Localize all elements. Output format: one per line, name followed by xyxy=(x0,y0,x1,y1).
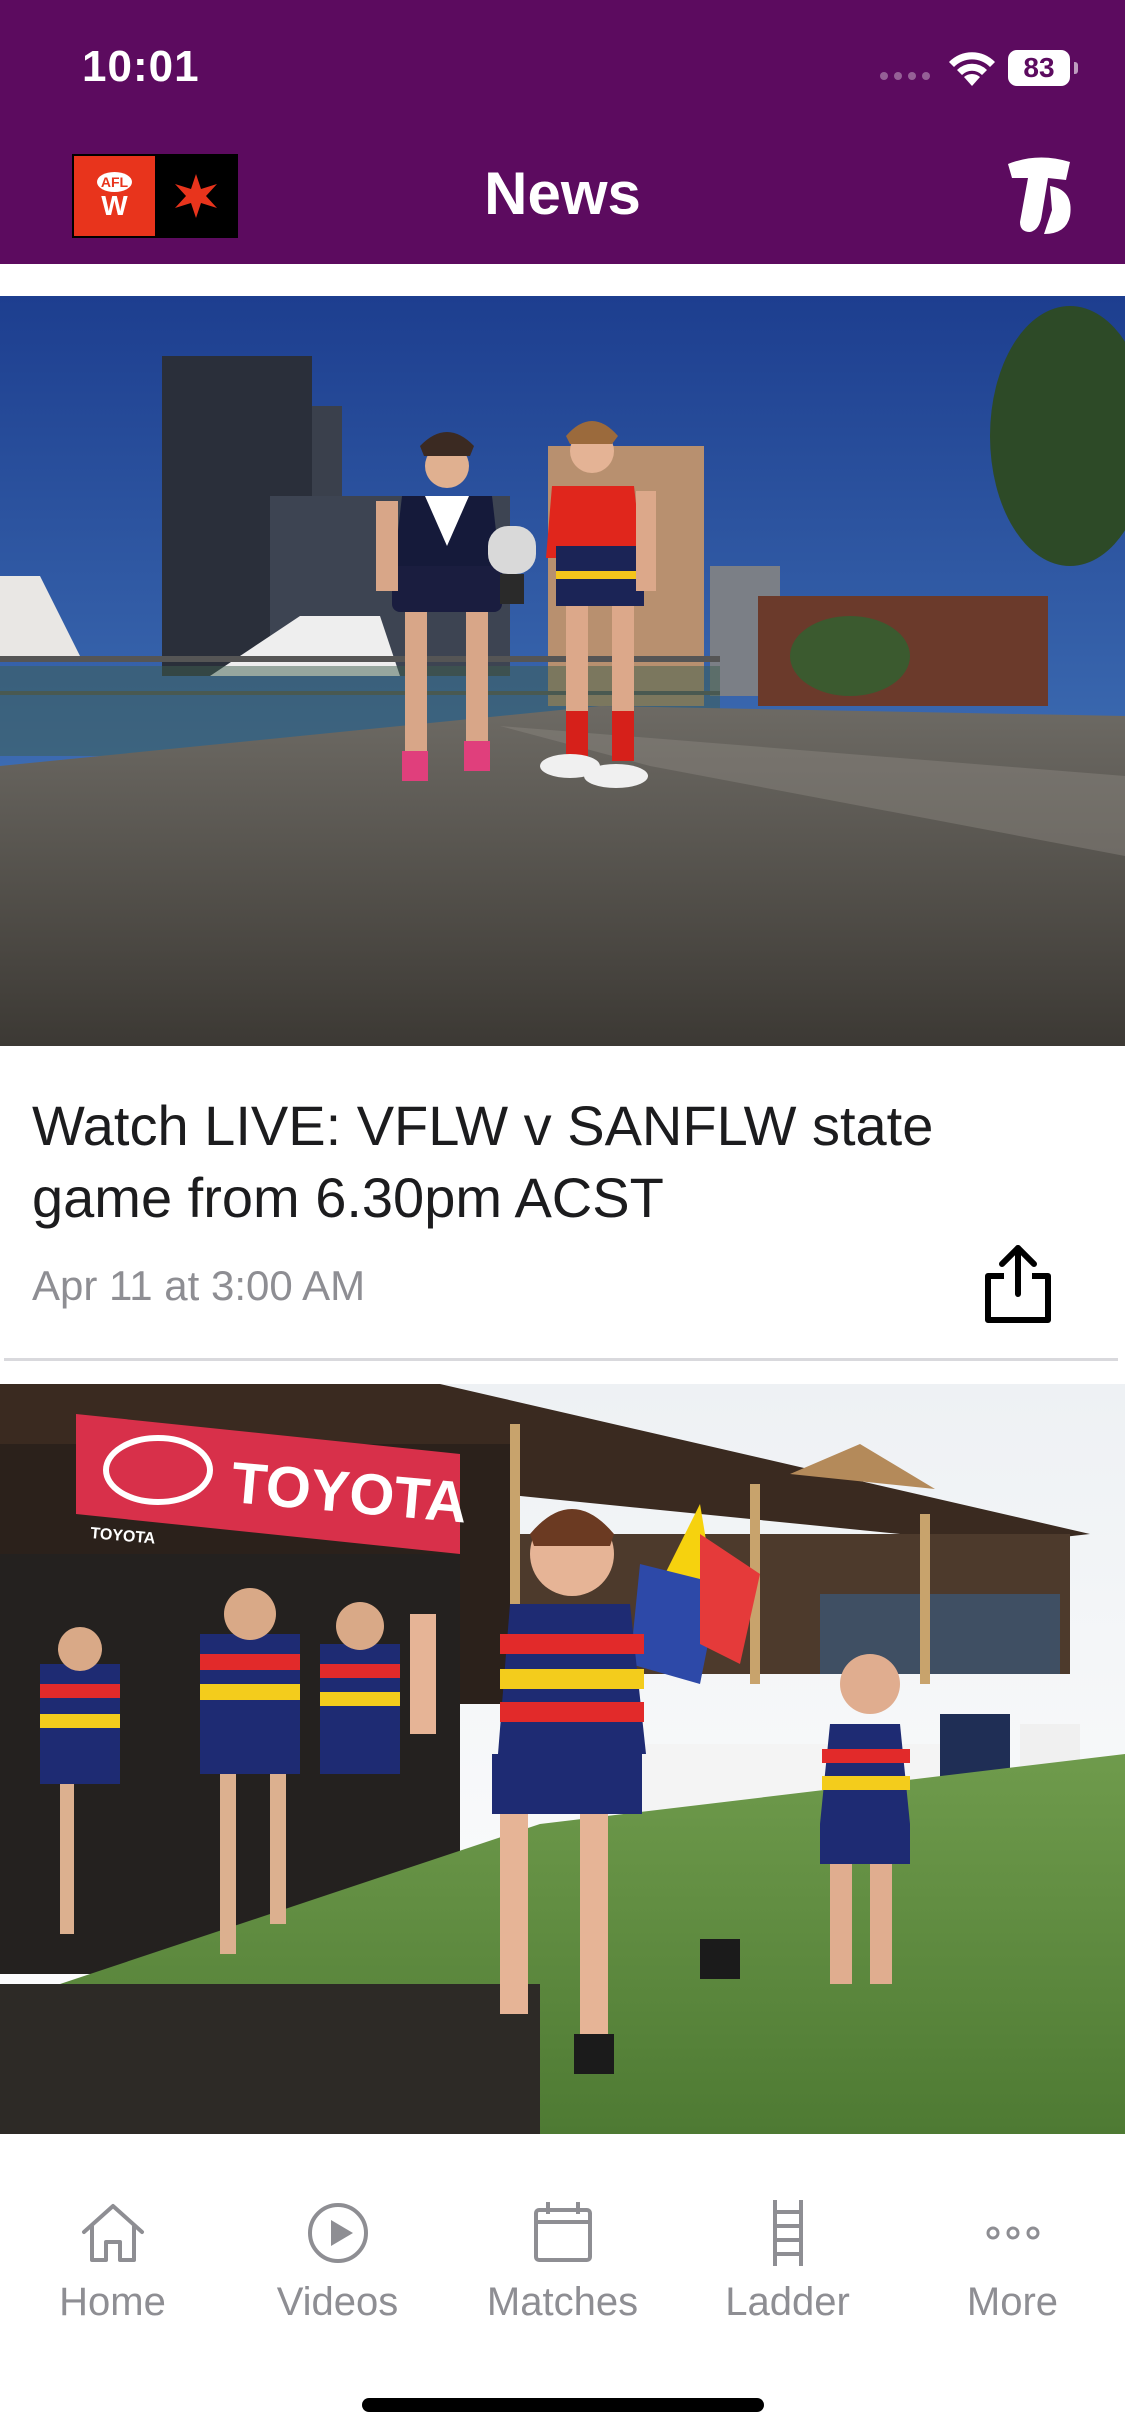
tab-label: Matches xyxy=(486,2280,639,2324)
article-divider xyxy=(4,1358,1118,1361)
nav-bar: AFL W News xyxy=(0,140,1125,264)
play-icon xyxy=(307,2203,368,2263)
tab-label: Videos xyxy=(276,2280,399,2324)
share-icon[interactable] xyxy=(980,1242,1056,1326)
tab-home[interactable]: Home xyxy=(0,2198,225,2325)
tab-bar: Home Videos Matches Ladder More xyxy=(0,2134,1125,2436)
article-date: Apr 11 at 3:00 AM xyxy=(32,1262,366,1309)
signal-icon xyxy=(880,72,930,80)
tab-label: Ladder xyxy=(725,2280,850,2324)
article-headline[interactable]: Watch LIVE: VFLW v SANFLW state game fro… xyxy=(32,1090,1052,1234)
tab-more[interactable]: More xyxy=(900,2198,1125,2325)
team-running-photo: TOYOTA TOYOTA xyxy=(0,1384,1125,2134)
tab-label: More xyxy=(966,2280,1059,2324)
calendar-icon xyxy=(533,2202,592,2262)
status-time: 10:01 xyxy=(82,42,200,91)
article-image[interactable] xyxy=(0,296,1125,1046)
ladder-icon xyxy=(772,2200,803,2266)
more-icon xyxy=(986,2226,1039,2240)
status-bar: 10:01 83 xyxy=(0,0,1125,140)
page-title: News xyxy=(484,160,641,227)
article-image-2[interactable]: TOYOTA TOYOTA xyxy=(0,1384,1125,2134)
battery-indicator: 83 xyxy=(1008,50,1078,86)
home-indicator[interactable] xyxy=(362,2398,764,2412)
tab-videos[interactable]: Videos xyxy=(225,2198,450,2325)
tab-ladder[interactable]: Ladder xyxy=(675,2198,900,2325)
tab-matches[interactable]: Matches xyxy=(450,2198,675,2325)
house-icon xyxy=(81,2204,144,2262)
tab-label: Home xyxy=(59,2280,166,2324)
players-trophy-photo xyxy=(0,296,1125,1046)
wifi-icon xyxy=(949,52,995,86)
telstra-logo-icon[interactable] xyxy=(1000,154,1076,236)
